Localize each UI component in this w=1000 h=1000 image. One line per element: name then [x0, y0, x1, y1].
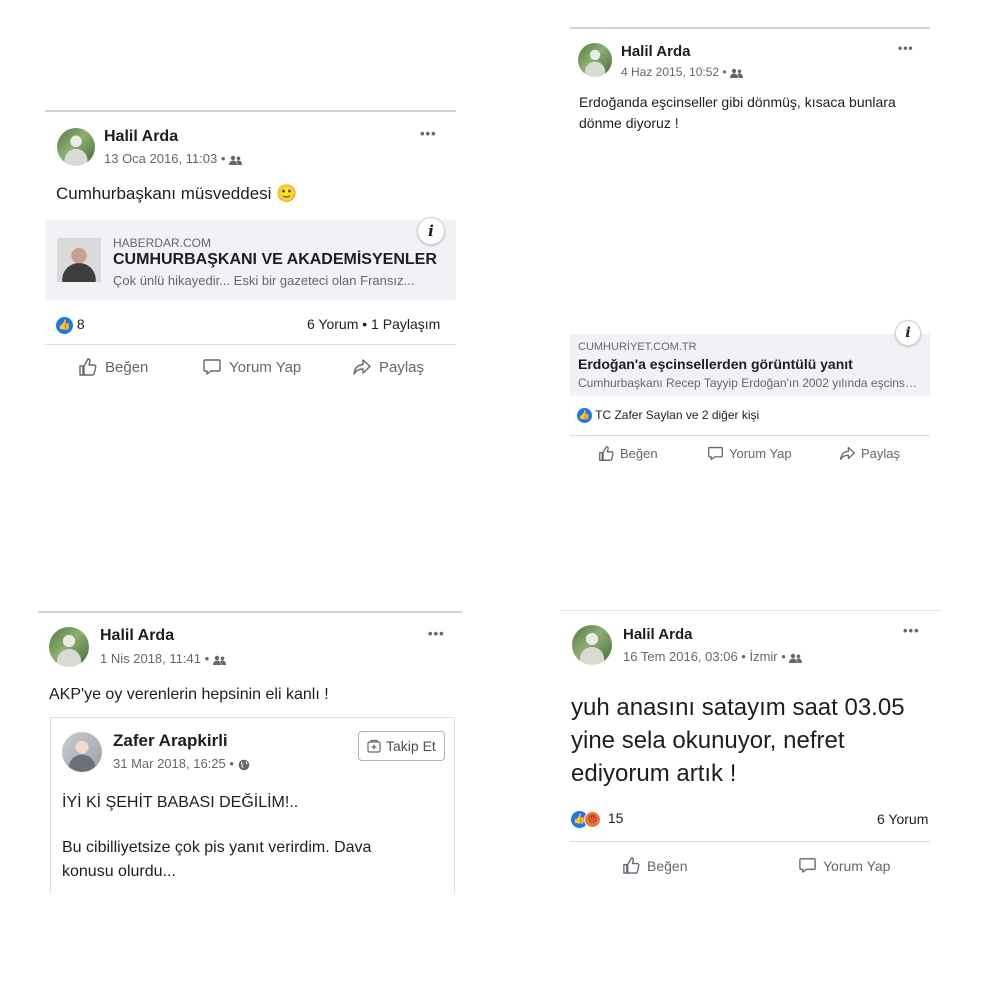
reactions-count: 15: [607, 810, 624, 826]
post-date[interactable]: 1 Nis 2018, 11:41: [100, 651, 201, 666]
share-button[interactable]: Paylaş: [839, 445, 900, 462]
more-options-icon[interactable]: •••: [428, 626, 445, 641]
like-button[interactable]: Beğen: [78, 357, 148, 377]
author-name[interactable]: Halil Arda: [100, 627, 174, 645]
comment-label: Yorum Yap: [823, 857, 891, 874]
share-icon: [840, 446, 855, 461]
post-2: Halil Arda 4 Haz 2015, 10:52 • ••• Erdoğ…: [570, 27, 930, 476]
shared-post-text: Bu cibilliyetsize çok pis yanıt verirdim…: [62, 839, 372, 880]
comment-button[interactable]: Yorum Yap: [798, 856, 890, 875]
public-globe-icon: [238, 759, 250, 771]
author-avatar[interactable]: [57, 128, 95, 166]
link-title: Erdoğan'a eşcinsellerden görüntülü yanıt: [578, 356, 853, 372]
info-icon[interactable]: i: [895, 320, 921, 346]
post-4: Halil Arda 16 Tem 2016, 03:06 • İzmir • …: [560, 610, 942, 893]
post-date[interactable]: 16 Tem 2016, 03:06: [623, 649, 738, 664]
author-avatar[interactable]: [49, 627, 89, 667]
author-name[interactable]: Halil Arda: [621, 43, 690, 60]
share-label: Paylaş: [379, 358, 425, 376]
like-button[interactable]: Beğen: [622, 856, 687, 875]
like-reaction-icon: 👍: [56, 316, 73, 334]
like-label: Beğen: [620, 446, 658, 461]
comments-count[interactable]: 6 Yorum: [877, 811, 928, 827]
link-description: Cumhurbaşkanı Recep Tayyip Erdoğan'ın 20…: [578, 376, 923, 390]
reactions-summary[interactable]: 👍 😠 15: [571, 810, 623, 828]
post-meta: 13 Oca 2016, 11:03 •: [104, 151, 243, 166]
friends-audience-icon: [789, 653, 803, 663]
shared-post-headline: İYİ Kİ ŞEHİT BABASI DEĞİLİM!..: [62, 794, 299, 811]
divider: [570, 841, 930, 842]
post-text: AKP'ye oy verenlerin hepsinin eli kanlı …: [49, 686, 329, 703]
like-label: Beğen: [105, 358, 149, 376]
post-3: Halil Arda 1 Nis 2018, 11:41 • ••• AKP'y…: [38, 611, 462, 893]
link-domain: CUMHURİYET.COM.TR: [578, 341, 697, 353]
follow-button[interactable]: Takip Et: [358, 731, 445, 761]
reactions-summary[interactable]: 👍 8: [56, 316, 85, 334]
link-preview[interactable]: HABERDAR.COM CUMHURBAŞKANI VE AKADEMİSYE…: [45, 217, 456, 300]
link-thumbnail: [57, 238, 101, 282]
reactions-text: TC Zafer Saylan ve 2 diğer kişi: [595, 408, 760, 422]
like-label: Beğen: [647, 857, 688, 874]
shared-author-name[interactable]: Zafer Arapkirli: [113, 731, 228, 751]
friends-audience-icon: [229, 155, 243, 165]
post-1: Halil Arda 13 Oca 2016, 11:03 • ••• Cumh…: [45, 110, 456, 390]
post-date[interactable]: 13 Oca 2016, 11:03: [104, 151, 217, 166]
comment-icon: [708, 446, 723, 461]
shared-post-meta: 31 Mar 2018, 16:25 •: [113, 756, 250, 771]
info-icon[interactable]: i: [417, 217, 445, 245]
comment-icon: [799, 858, 816, 873]
like-button[interactable]: Beğen: [598, 445, 658, 462]
divider: [570, 435, 930, 436]
post-text: yuh anasını satayım saat 03.05 yine sela…: [571, 694, 905, 787]
comments-shares-count[interactable]: 6 Yorum • 1 Paylaşım: [307, 316, 440, 332]
author-name[interactable]: Halil Arda: [623, 626, 692, 643]
angry-reaction-icon: 😠: [584, 810, 601, 828]
link-description: Çok ünlü hikayedir... Eski bir gazeteci …: [113, 273, 415, 288]
shared-post-date[interactable]: 31 Mar 2018, 16:25: [113, 756, 226, 771]
friends-audience-icon: [729, 68, 743, 78]
share-button[interactable]: Paylaş: [352, 357, 424, 377]
author-name[interactable]: Halil Arda: [104, 128, 178, 146]
post-meta: 4 Haz 2015, 10:52 •: [621, 65, 743, 79]
thumbs-up-icon: [79, 358, 97, 376]
more-options-icon[interactable]: •••: [420, 126, 437, 141]
reactions-count: 8: [76, 316, 85, 332]
post-location[interactable]: İzmir: [749, 649, 777, 664]
post-meta: 1 Nis 2018, 11:41 •: [100, 651, 226, 666]
more-options-icon[interactable]: •••: [898, 41, 914, 55]
link-domain: HABERDAR.COM: [113, 236, 212, 250]
author-avatar[interactable]: [578, 43, 612, 77]
post-text: Erdoğanda eşcinseller gibi dönmüş, kısac…: [579, 94, 896, 131]
follow-icon: [367, 739, 381, 753]
comment-label: Yorum Yap: [729, 446, 792, 461]
more-options-icon[interactable]: •••: [903, 623, 920, 638]
thumbs-up-icon: [623, 857, 640, 874]
comment-button[interactable]: Yorum Yap: [707, 445, 792, 462]
thumbs-up-icon: [599, 446, 614, 461]
comment-button[interactable]: Yorum Yap: [202, 357, 301, 377]
shared-author-avatar[interactable]: [62, 732, 102, 772]
comment-label: Yorum Yap: [229, 358, 302, 376]
like-reaction-icon: 👍: [577, 408, 592, 424]
author-avatar[interactable]: [572, 625, 612, 665]
post-meta: 16 Tem 2016, 03:06 • İzmir •: [623, 649, 803, 664]
post-date[interactable]: 4 Haz 2015, 10:52: [621, 65, 719, 79]
follow-label: Takip Et: [386, 738, 436, 754]
share-label: Paylaş: [861, 446, 901, 461]
post-text: Cumhurbaşkanı müsveddesi 🙂: [56, 184, 298, 203]
reactions-summary[interactable]: 👍 TC Zafer Saylan ve 2 diğer kişi: [577, 408, 760, 424]
shared-post[interactable]: Zafer Arapkirli 31 Mar 2018, 16:25 • Tak…: [50, 717, 455, 893]
link-title: CUMHURBAŞKANI VE AKADEMİSYENLER: [113, 251, 437, 268]
divider: [45, 344, 456, 345]
link-preview[interactable]: CUMHURİYET.COM.TR Erdoğan'a eşcinsellerd…: [570, 320, 930, 396]
comment-icon: [203, 359, 221, 375]
share-icon: [353, 359, 371, 375]
friends-audience-icon: [212, 655, 226, 665]
